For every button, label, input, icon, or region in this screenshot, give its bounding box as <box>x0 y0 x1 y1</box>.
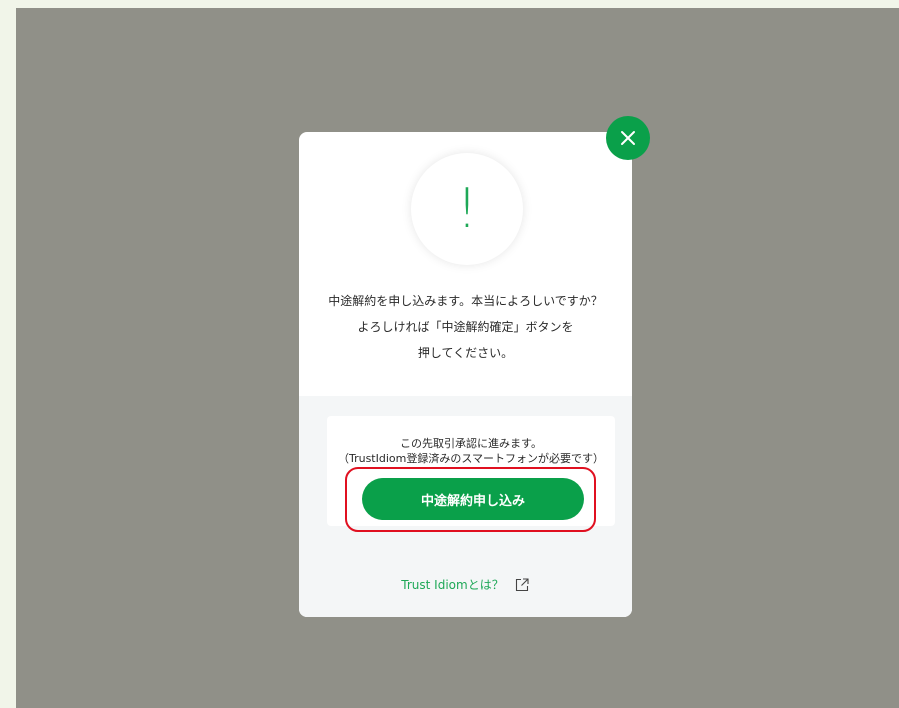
alert-badge: ! <box>411 153 523 265</box>
message-line: よろしければ「中途解約確定」ボタンを <box>357 320 574 334</box>
cancel-contract-apply-button[interactable]: 中途解約申し込み <box>362 478 584 520</box>
info-line: （TrustIdiom登録済みのスマートフォンが必要です） <box>337 452 605 465</box>
close-icon <box>621 131 635 145</box>
trust-idiom-link[interactable]: Trust Idiomとは？ <box>299 576 632 593</box>
info-text: この先取引承認に進みます。 （TrustIdiom登録済みのスマートフォンが必要… <box>327 436 615 466</box>
external-link-icon <box>515 577 529 591</box>
info-line: この先取引承認に進みます。 <box>400 437 542 450</box>
message-line: 押してください。 <box>417 346 514 360</box>
close-button[interactable] <box>606 116 650 160</box>
confirmation-dialog: ! 中途解約を申し込みます。本当によろしいですか？ よろしければ「中途解約確定」… <box>299 132 632 617</box>
confirmation-message: 中途解約を申し込みます。本当によろしいですか？ よろしければ「中途解約確定」ボタ… <box>299 288 632 366</box>
trust-idiom-link-label[interactable]: Trust Idiomとは？ <box>401 576 503 593</box>
message-line: 中途解約を申し込みます。本当によろしいですか？ <box>328 294 603 308</box>
exclamation-icon: ! <box>456 177 478 240</box>
